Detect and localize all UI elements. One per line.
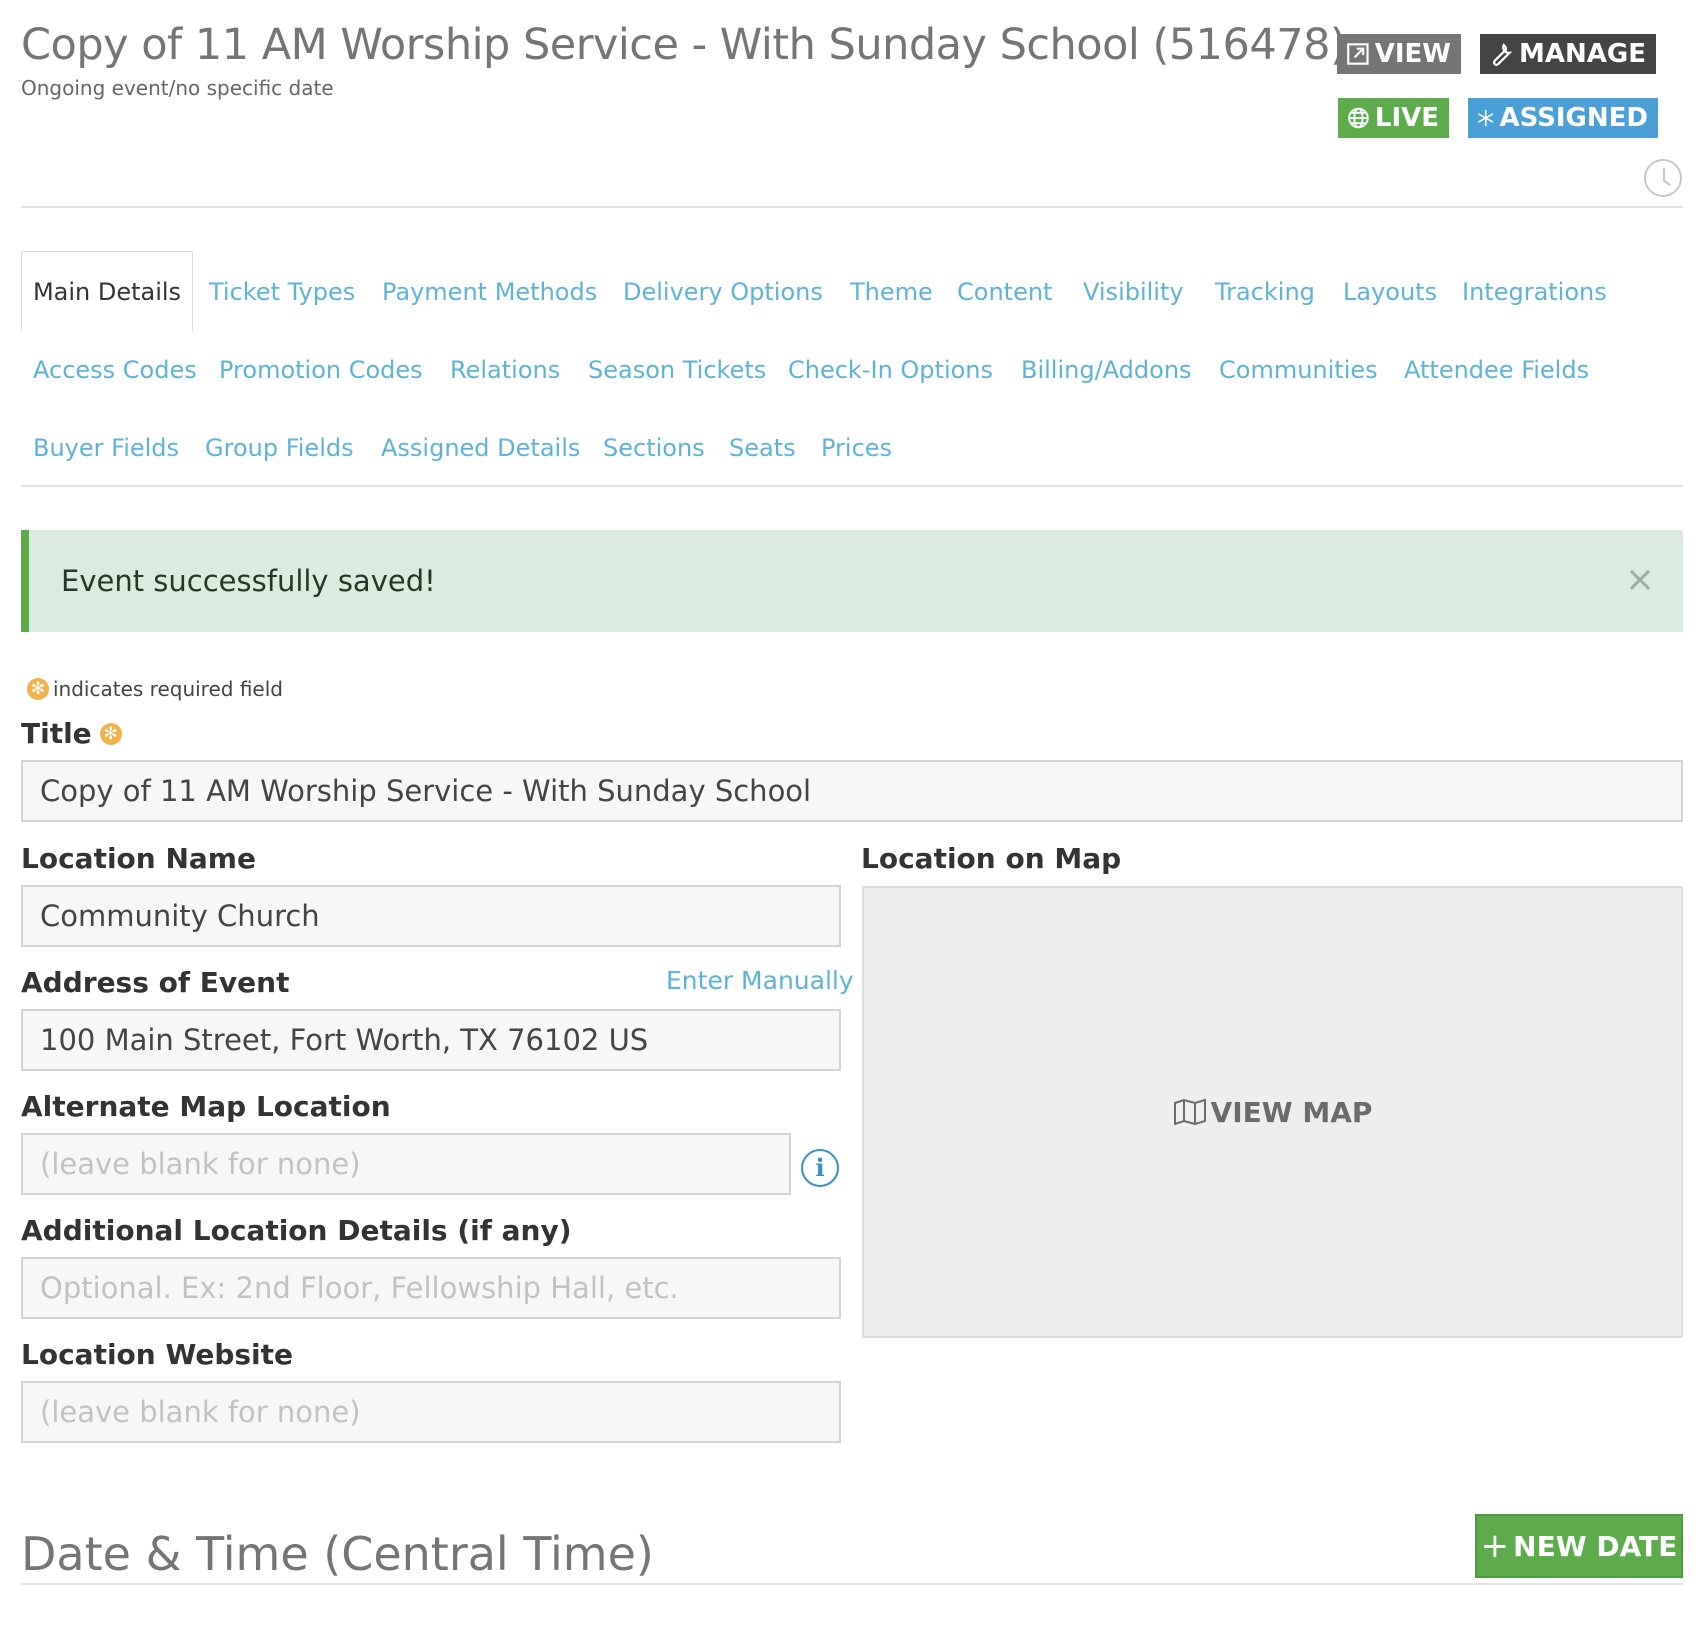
required-note-text: indicates required field bbox=[53, 677, 283, 701]
date-time-divider bbox=[21, 1583, 1683, 1585]
tab-assigned-details[interactable]: Assigned Details bbox=[381, 433, 580, 463]
external-link-icon bbox=[1347, 43, 1369, 65]
info-icon[interactable]: i bbox=[801, 1149, 839, 1187]
required-icon: ✻ bbox=[27, 678, 49, 700]
tab-theme[interactable]: Theme bbox=[850, 277, 933, 307]
tab-relations[interactable]: Relations bbox=[450, 355, 560, 385]
event-date-subtitle: Ongoing event/no specific date bbox=[21, 76, 334, 100]
location-website-label: Location Website bbox=[21, 1338, 294, 1371]
view-button-label: VIEW bbox=[1374, 39, 1451, 69]
tab-group-fields[interactable]: Group Fields bbox=[205, 433, 354, 463]
location-name-label: Location Name bbox=[21, 842, 256, 875]
assigned-status-badge[interactable]: ASSIGNED bbox=[1468, 98, 1658, 138]
globe-icon bbox=[1348, 107, 1369, 129]
required-field-note: ✻ indicates required field bbox=[27, 677, 283, 701]
tab-sections[interactable]: Sections bbox=[603, 433, 705, 463]
wrench-icon bbox=[1493, 43, 1513, 66]
tab-seats[interactable]: Seats bbox=[729, 433, 796, 463]
tab-communities[interactable]: Communities bbox=[1219, 355, 1378, 385]
location-name-input[interactable]: Community Church bbox=[21, 885, 841, 947]
view-map-label: VIEW MAP bbox=[1210, 1095, 1373, 1129]
page-header: Copy of 11 AM Worship Service - With Sun… bbox=[21, 20, 1373, 70]
view-button[interactable]: VIEW bbox=[1337, 34, 1461, 74]
alternate-map-location-input[interactable]: (leave blank for none) bbox=[21, 1133, 791, 1195]
tab-ticket-types[interactable]: Ticket Types bbox=[209, 277, 355, 307]
alert-message: Event successfully saved! bbox=[61, 564, 436, 598]
manage-button-label: MANAGE bbox=[1519, 39, 1646, 69]
tab-season-tickets[interactable]: Season Tickets bbox=[588, 355, 766, 385]
tab-content[interactable]: Content bbox=[957, 277, 1052, 307]
location-on-map-label: Location on Map bbox=[861, 842, 1122, 875]
additional-location-details-label: Additional Location Details (if any) bbox=[21, 1214, 572, 1247]
tab-buyer-fields[interactable]: Buyer Fields bbox=[33, 433, 179, 463]
date-time-section-title: Date & Time (Central Time) bbox=[21, 1527, 654, 1581]
tab-tracking[interactable]: Tracking bbox=[1215, 277, 1315, 307]
map-icon bbox=[1173, 1098, 1206, 1126]
live-label: LIVE bbox=[1374, 103, 1439, 133]
plus-icon: + bbox=[1480, 1526, 1510, 1566]
tab-check-in-options[interactable]: Check-In Options bbox=[788, 355, 993, 385]
alternate-map-location-label: Alternate Map Location bbox=[21, 1090, 391, 1123]
assigned-label: ASSIGNED bbox=[1499, 103, 1648, 133]
tab-prices[interactable]: Prices bbox=[821, 433, 892, 463]
history-clock-icon[interactable] bbox=[1644, 159, 1682, 197]
tab-integrations[interactable]: Integrations bbox=[1462, 277, 1607, 307]
address-label: Address of Event bbox=[21, 966, 290, 999]
view-map-button[interactable]: VIEW MAP bbox=[1173, 1095, 1373, 1129]
title-label-text: Title bbox=[21, 717, 92, 750]
page-title: Copy of 11 AM Worship Service - With Sun… bbox=[21, 20, 1347, 70]
additional-location-details-input[interactable]: Optional. Ex: 2nd Floor, Fellowship Hall… bbox=[21, 1257, 841, 1319]
tab-attendee-fields[interactable]: Attendee Fields bbox=[1404, 355, 1589, 385]
tab-access-codes[interactable]: Access Codes bbox=[33, 355, 197, 385]
location-website-input[interactable]: (leave blank for none) bbox=[21, 1381, 841, 1443]
map-panel: VIEW MAP bbox=[862, 886, 1683, 1338]
asterisk-icon bbox=[1478, 109, 1494, 127]
title-label: Title ✻ bbox=[21, 717, 122, 750]
live-status-badge[interactable]: LIVE bbox=[1338, 98, 1449, 138]
tab-visibility[interactable]: Visibility bbox=[1083, 277, 1184, 307]
manage-button[interactable]: MANAGE bbox=[1480, 34, 1656, 74]
tab-billing-addons[interactable]: Billing/Addons bbox=[1021, 355, 1192, 385]
tab-layouts[interactable]: Layouts bbox=[1343, 277, 1437, 307]
tab-promotion-codes[interactable]: Promotion Codes bbox=[219, 355, 423, 385]
title-input[interactable]: Copy of 11 AM Worship Service - With Sun… bbox=[21, 760, 1683, 822]
success-alert: Event successfully saved! × bbox=[21, 530, 1683, 632]
tab-main-details[interactable]: Main Details bbox=[21, 251, 193, 331]
address-input[interactable]: 100 Main Street, Fort Worth, TX 76102 US bbox=[21, 1009, 841, 1071]
enter-manually-link[interactable]: Enter Manually bbox=[666, 966, 854, 995]
required-icon: ✻ bbox=[99, 722, 122, 745]
tab-payment-methods[interactable]: Payment Methods bbox=[382, 277, 597, 307]
tab-delivery-options[interactable]: Delivery Options bbox=[623, 277, 823, 307]
header-divider bbox=[21, 206, 1683, 208]
new-date-button[interactable]: + NEW DATE bbox=[1475, 1514, 1683, 1578]
tabs-divider bbox=[21, 485, 1683, 487]
new-date-label: NEW DATE bbox=[1513, 1529, 1678, 1563]
close-icon[interactable]: × bbox=[1625, 562, 1655, 598]
